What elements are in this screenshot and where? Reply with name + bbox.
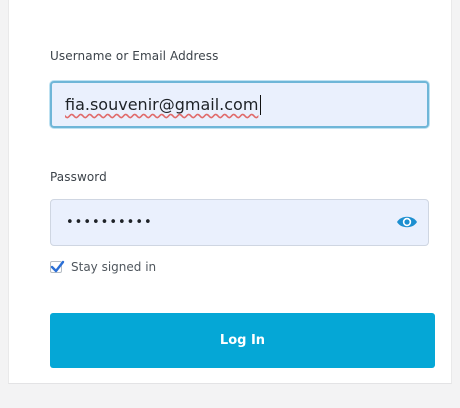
username-input[interactable]: fia.souvenir@gmail.com	[50, 81, 429, 128]
username-label: Username or Email Address	[50, 49, 219, 63]
login-card: Username or Email Address fia.souvenir@g…	[8, 0, 452, 384]
stay-signed-in[interactable]: Stay signed in	[50, 260, 156, 274]
stay-signed-in-checkbox[interactable]	[50, 260, 65, 273]
eye-icon[interactable]	[396, 213, 418, 231]
checkmark-icon	[50, 260, 65, 273]
username-value: fia.souvenir@gmail.com	[65, 95, 259, 114]
login-button[interactable]: Log In	[50, 313, 435, 368]
password-label: Password	[50, 170, 107, 184]
password-input[interactable]: ••••••••••	[50, 199, 429, 246]
stay-signed-in-label: Stay signed in	[71, 260, 157, 274]
password-value: ••••••••••	[66, 215, 153, 230]
text-cursor	[260, 94, 262, 115]
